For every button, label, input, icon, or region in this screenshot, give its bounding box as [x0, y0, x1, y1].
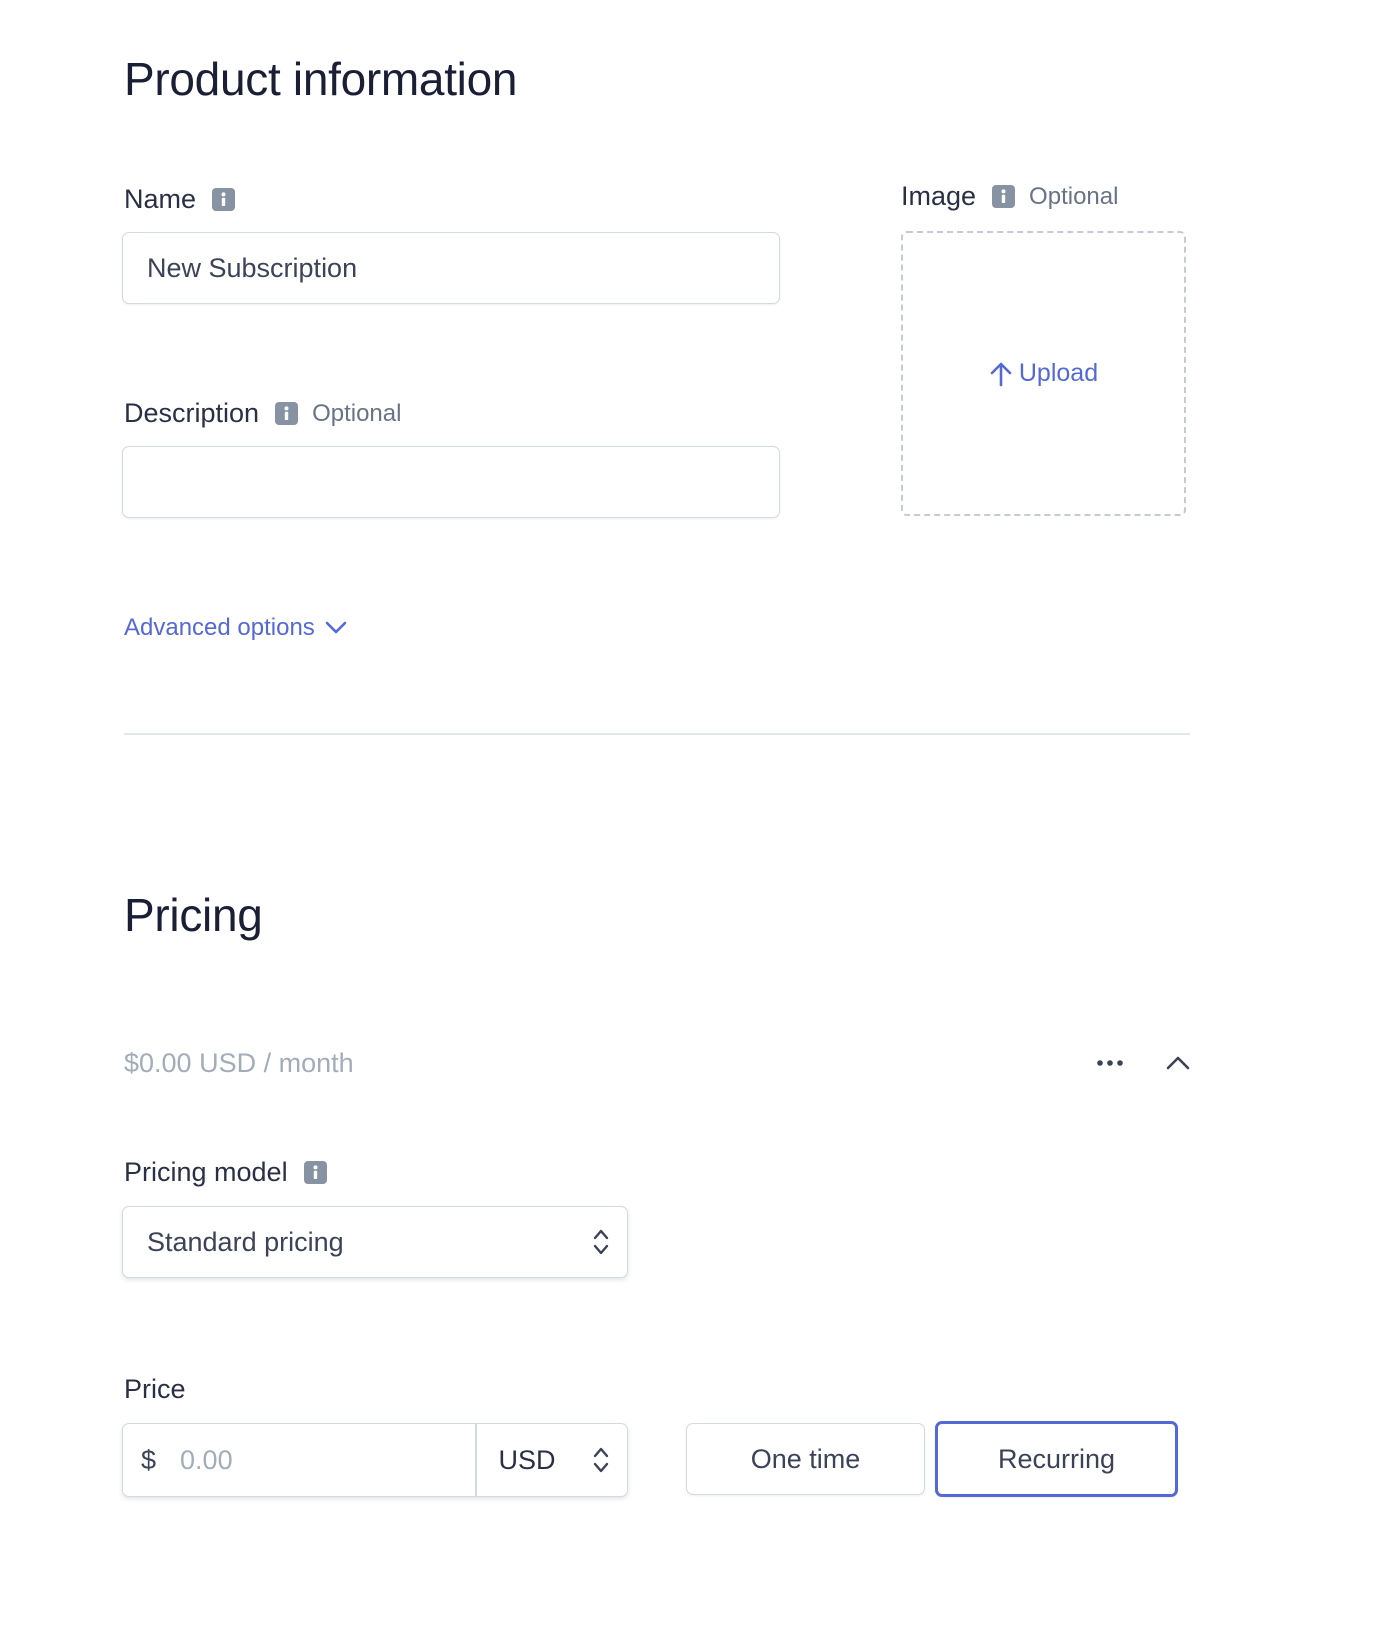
description-optional: Optional: [312, 399, 402, 427]
name-input-value: New Subscription: [147, 252, 358, 283]
pricing-model-label-row: Pricing model: [124, 1157, 327, 1188]
info-icon[interactable]: [303, 1161, 327, 1184]
image-optional: Optional: [1029, 182, 1119, 210]
pricing-model-value: Standard pricing: [147, 1226, 344, 1257]
select-arrows-icon: [593, 1228, 609, 1256]
price-input-group: $ 0.00 USD: [122, 1423, 628, 1497]
recurring-button[interactable]: Recurring: [935, 1421, 1178, 1497]
advanced-options-label: Advanced options: [124, 614, 315, 641]
info-icon[interactable]: [275, 402, 299, 425]
chevron-down-icon: [325, 621, 347, 635]
info-icon[interactable]: [212, 188, 236, 211]
price-amount-input[interactable]: $ 0.00: [123, 1424, 475, 1496]
currency-select[interactable]: USD: [477, 1424, 628, 1496]
pricing-model-label: Pricing model: [124, 1157, 288, 1187]
more-horizontal-icon[interactable]: [1094, 1048, 1126, 1078]
description-input[interactable]: [122, 446, 780, 518]
image-label: Image: [901, 181, 977, 211]
info-icon[interactable]: [992, 185, 1016, 208]
price-label-row: Price: [124, 1374, 186, 1405]
name-input[interactable]: New Subscription: [122, 232, 780, 304]
one-time-button[interactable]: One time: [686, 1423, 925, 1495]
select-arrows-icon: [593, 1446, 609, 1474]
currency-symbol: $: [141, 1444, 157, 1475]
description-label: Description: [124, 398, 260, 428]
recurring-label: Recurring: [997, 1443, 1116, 1474]
section-divider: [124, 733, 1190, 735]
price-placeholder: 0.00: [180, 1444, 233, 1475]
advanced-options-link[interactable]: Advanced options: [124, 614, 347, 642]
one-time-label: One time: [750, 1443, 861, 1474]
upload-button[interactable]: Upload: [989, 359, 1098, 388]
price-label: Price: [124, 1374, 186, 1404]
product-info-heading: Product information: [124, 53, 518, 105]
image-upload-dropzone[interactable]: Upload: [901, 231, 1186, 516]
image-label-row: Image Optional: [901, 181, 1118, 212]
name-label: Name: [124, 184, 197, 214]
currency-value: USD: [498, 1444, 556, 1475]
name-label-row: Name: [124, 184, 236, 215]
price-summary: $0.00 USD / month: [124, 1048, 354, 1078]
arrow-up-icon: [989, 361, 1013, 387]
pricing-heading: Pricing: [124, 889, 263, 941]
pricing-model-select[interactable]: Standard pricing: [122, 1206, 628, 1278]
upload-label: Upload: [1018, 359, 1099, 387]
description-label-row: Description Optional: [124, 398, 401, 429]
chevron-up-icon[interactable]: [1162, 1048, 1194, 1078]
